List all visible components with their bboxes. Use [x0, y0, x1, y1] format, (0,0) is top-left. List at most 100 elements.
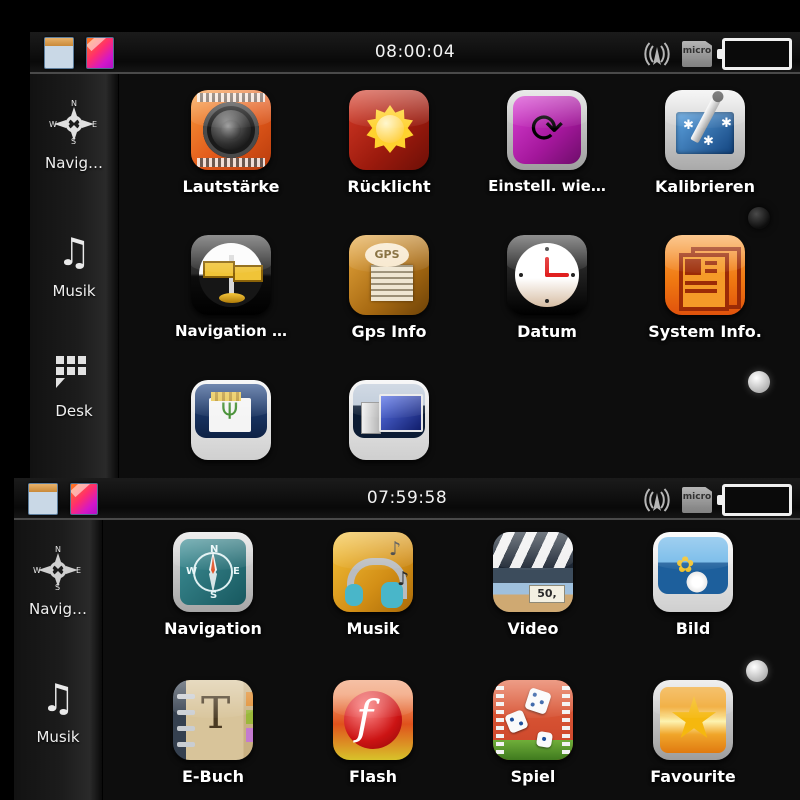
music-note-icon: ♫: [40, 676, 76, 720]
compass-e-label: E: [233, 566, 240, 577]
compass-n-label: N: [55, 545, 61, 554]
app-label: E-Buch: [181, 767, 245, 786]
app-video[interactable]: 50, Video: [458, 532, 608, 638]
app-datum[interactable]: Datum: [472, 235, 622, 341]
sidebar-label: Navig…: [29, 600, 87, 618]
app-musik[interactable]: ♪ ♪ Musik: [298, 532, 448, 638]
desk-grid-icon: [30, 344, 118, 400]
app-grid-bottom: W E N S Navigation ♪ ♪ Musik 50, Video ✿…: [102, 520, 800, 800]
compass-w-label: W: [186, 566, 198, 577]
app-bild[interactable]: ✿ Bild: [618, 532, 768, 638]
page-dot-inactive[interactable]: [748, 207, 770, 229]
compass-w-label: W: [33, 566, 41, 575]
app-system-info[interactable]: System Info.: [630, 235, 780, 341]
page-dot-active[interactable]: [748, 371, 770, 393]
sidebar-item-desk[interactable]: Desk: [30, 344, 118, 420]
main-menu-window: 07:59:58 micro N E S W Navig… ♫ Musik W …: [14, 478, 800, 800]
backlight-sun-icon: [349, 90, 429, 170]
sidebar-item-musik[interactable]: ♫ Musik: [30, 224, 118, 300]
video-badge: 50,: [529, 585, 565, 603]
sidebar-label: Musik: [36, 728, 80, 746]
status-right-icons: micro: [642, 38, 792, 70]
video-clapperboard-icon: 50,: [493, 532, 573, 612]
music-note-icon: ♫: [56, 230, 92, 274]
app-label: Datum: [517, 322, 577, 341]
flash-icon: f: [333, 680, 413, 760]
app-usb-folder[interactable]: Ψ: [156, 380, 306, 467]
system-info-icon: [665, 235, 745, 315]
app-lautstaerke[interactable]: Lautstärke: [156, 90, 306, 196]
compass-n-label: N: [210, 544, 219, 555]
sidebar-label: Desk: [55, 402, 93, 420]
sidebar-item-navigation[interactable]: N E S W Navig…: [30, 96, 118, 172]
app-label: Spiel: [510, 767, 556, 786]
gps-signal-icon: [642, 485, 672, 515]
picture-butterfly-icon: ✿: [653, 532, 733, 612]
usb-folder-icon: Ψ: [191, 380, 271, 460]
gps-signal-icon: [642, 39, 672, 69]
app-grid-top: Lautstärke Rücklicht ⟳ Einstell. wie… ✱ …: [118, 74, 800, 478]
app-spiel[interactable]: Spiel: [458, 680, 608, 786]
app-label: Navigation …: [175, 322, 287, 340]
compass-e-label: E: [92, 120, 98, 129]
app-gps-info[interactable]: GPS Gps Info: [314, 235, 464, 341]
sidebar-item-navigation[interactable]: N E S W Navig…: [14, 542, 102, 618]
app-ruecklicht[interactable]: Rücklicht: [314, 90, 464, 196]
navigation-compass-icon: W E N S: [173, 532, 253, 612]
battery-icon: [717, 484, 792, 516]
status-bar-bottom: 07:59:58 micro: [14, 478, 800, 520]
microsd-label: micro: [682, 46, 712, 56]
clock-icon: [507, 235, 587, 315]
navigation-signpost-icon: [191, 235, 271, 315]
app-favourite[interactable]: Favourite: [618, 680, 768, 786]
compass-icon: N E S W: [30, 96, 118, 152]
page-dot-active[interactable]: [746, 660, 768, 682]
computer-icon: [349, 380, 429, 460]
app-label: Flash: [348, 767, 398, 786]
app-kalibrieren[interactable]: ✱ ✱ ✱ Kalibrieren: [630, 90, 780, 196]
microsd-label: micro: [682, 492, 712, 502]
sidebar-item-musik[interactable]: ♫ Musik: [14, 670, 102, 746]
app-label: Video: [507, 619, 559, 638]
microsd-card-icon: micro: [682, 487, 712, 513]
app-ebuch[interactable]: T E-Buch: [138, 680, 288, 786]
status-right-icons: micro: [642, 484, 792, 516]
calibrate-icon: ✱ ✱ ✱: [665, 90, 745, 170]
compass-icon: N E S W: [14, 542, 102, 598]
reset-settings-icon: ⟳: [507, 90, 587, 170]
music-headphones-icon: ♪ ♪: [333, 532, 413, 612]
app-label: Musik: [346, 619, 400, 638]
app-flash[interactable]: f Flash: [298, 680, 448, 786]
game-dice-icon: [493, 680, 573, 760]
app-navigation[interactable]: W E N S Navigation: [138, 532, 288, 638]
compass-s-label: S: [210, 590, 218, 601]
bezel-top: [0, 0, 800, 32]
app-einstellungen-wiederherstellen[interactable]: ⟳ Einstell. wie…: [472, 90, 622, 195]
volume-icon: [191, 90, 271, 170]
ebook-icon: T: [173, 680, 253, 760]
app-label: Lautstärke: [182, 177, 280, 196]
compass-s-label: S: [55, 583, 61, 592]
app-label: Gps Info: [351, 322, 427, 341]
gps-info-icon: GPS: [349, 235, 429, 315]
sidebar-label: Navig…: [45, 154, 103, 172]
app-navigation-einstellungen[interactable]: Navigation …: [156, 235, 306, 340]
sidebar-top: N E S W Navig… ♫ Musik Desk: [30, 74, 119, 478]
main-menu-body: N E S W Navig… ♫ Musik W E N S Navigatio…: [14, 520, 800, 800]
app-label: Einstell. wie…: [488, 177, 606, 195]
app-label: Rücklicht: [347, 177, 431, 196]
bezel-left-top: [0, 0, 30, 478]
app-label: Favourite: [650, 767, 736, 786]
favourite-star-icon: [653, 680, 733, 760]
compass-e-label: E: [76, 566, 82, 575]
app-computer[interactable]: [314, 380, 464, 467]
settings-window: 08:00:04 micro N E S W Navig… ♫ Musik De…: [30, 32, 800, 478]
status-bar-top: 08:00:04 micro: [30, 32, 800, 74]
app-label: Navigation: [164, 619, 262, 638]
bezel-left-bottom: [0, 478, 14, 800]
sidebar-bottom: N E S W Navig… ♫ Musik: [14, 520, 103, 800]
compass-w-label: W: [49, 120, 57, 129]
sidebar-label: Musik: [52, 282, 96, 300]
compass-n-label: N: [71, 99, 77, 108]
app-label: Bild: [675, 619, 711, 638]
